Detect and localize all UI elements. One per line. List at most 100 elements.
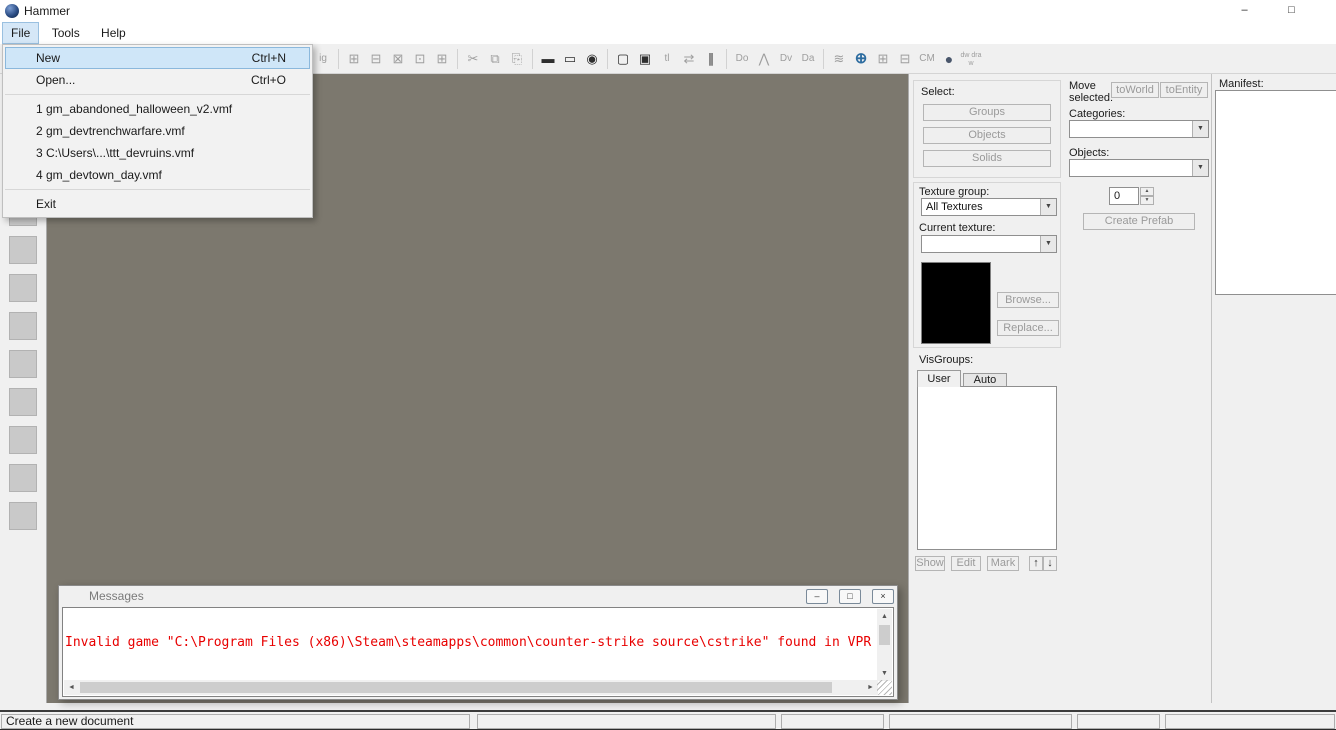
toolbar-separator	[823, 48, 824, 69]
display-toggle-icon-d[interactable]: Da	[797, 47, 819, 71]
toggle-3d-grid-icon[interactable]: ⊡	[409, 47, 431, 71]
paste-icon[interactable]: ⎘	[506, 47, 528, 71]
to-entity-button[interactable]: toEntity	[1160, 82, 1208, 98]
menu-tools[interactable]: Tools	[43, 22, 89, 44]
larger-grid-icon[interactable]: ⊟	[365, 47, 387, 71]
hide-unselected-icon[interactable]: ▭	[559, 47, 581, 71]
scroll-up-icon[interactable]: ▲	[877, 609, 892, 624]
map-tool-button[interactable]	[9, 274, 37, 302]
menu-file[interactable]: File	[2, 22, 40, 44]
status-bar: Create a new document	[0, 710, 1336, 729]
ignore-groups-icon[interactable]: ig	[312, 47, 334, 71]
world-globe-icon[interactable]: ⊕	[850, 47, 872, 71]
horizontal-scrollbar[interactable]: ◄ ►	[64, 680, 878, 695]
spin-up-icon[interactable]: ▲	[1140, 187, 1154, 196]
menu-item-recent-file-1[interactable]: 1 gm_abandoned_halloween_v2.vmf	[5, 98, 310, 120]
objects-select[interactable]: ▼	[1069, 159, 1209, 177]
minimize-button[interactable]: –	[1221, 0, 1268, 22]
display-toggle-icon-c[interactable]: Dv	[775, 47, 797, 71]
map-tool-button[interactable]	[9, 502, 37, 530]
toolbar-separator	[457, 48, 458, 69]
toggle-grid-icon[interactable]: ⊠	[387, 47, 409, 71]
create-prefab-button[interactable]: Create Prefab	[1083, 213, 1195, 230]
menu-help[interactable]: Help	[92, 22, 135, 44]
hide-selected-icon[interactable]: ▬	[537, 47, 559, 71]
menu-item-open[interactable]: Open... Ctrl+O	[5, 69, 310, 91]
map-tool-button[interactable]	[9, 388, 37, 416]
messages-minimize-button[interactable]: –	[806, 589, 828, 604]
browse-button[interactable]: Browse...	[997, 292, 1059, 308]
copy-icon[interactable]: ⧉	[484, 47, 506, 71]
map-tool-button[interactable]	[9, 350, 37, 378]
show-hidden-icon[interactable]: ◉	[581, 47, 603, 71]
horizontal-scroll-thumb[interactable]	[80, 682, 832, 693]
menu-item-recent-file-2[interactable]: 2 gm_devtrenchwarfare.vmf	[5, 120, 310, 142]
map-tool-button[interactable]	[9, 236, 37, 264]
texture-group-label: Texture group:	[919, 186, 990, 198]
smaller-grid-icon[interactable]: ⊞	[343, 47, 365, 71]
snap-to-grid-icon[interactable]: ⊞	[431, 47, 453, 71]
texture-group-select[interactable]: All Textures ▼	[921, 198, 1057, 216]
status-section	[1165, 714, 1335, 729]
scroll-right-icon[interactable]: ►	[863, 680, 878, 695]
visgroup-edit-button[interactable]: Edit	[951, 556, 981, 571]
map-tool-button[interactable]	[9, 312, 37, 340]
select-groups-button[interactable]: Groups	[923, 104, 1051, 121]
visgroup-show-button[interactable]: Show	[915, 556, 945, 571]
tab-visgroups-auto[interactable]: Auto	[963, 373, 1007, 387]
grid-view-icon-2[interactable]: ⊟	[894, 47, 916, 71]
messages-maximize-button[interactable]: □	[839, 589, 861, 604]
status-section	[477, 714, 776, 729]
display-toggle-icon-a[interactable]: Do	[731, 47, 753, 71]
categories-select[interactable]: ▼	[1069, 120, 1209, 138]
menu-item-recent-file-3[interactable]: 3 C:\Users\...\ttt_devruins.vmf	[5, 142, 310, 164]
toolbar-separator	[338, 48, 339, 69]
current-texture-select[interactable]: ▼	[921, 235, 1057, 253]
sphere-icon[interactable]: ●	[938, 47, 960, 71]
file-menu-dropdown: New Ctrl+N Open... Ctrl+O 1 gm_abandoned…	[2, 44, 313, 218]
vertical-scroll-thumb[interactable]	[879, 625, 890, 645]
select-touching-icon[interactable]: ▢	[612, 47, 634, 71]
spin-down-icon[interactable]: ▼	[1140, 196, 1154, 205]
prefab-count-input[interactable]: 0	[1109, 187, 1139, 205]
visgroup-mark-button[interactable]: Mark	[987, 556, 1019, 571]
close-button[interactable]: ×	[1315, 0, 1336, 22]
cut-icon[interactable]: ✂	[462, 47, 484, 71]
map-tool-button[interactable]	[9, 464, 37, 492]
messages-log: Invalid game "C:\Program Files (x86)\Ste…	[65, 610, 877, 682]
cordon-icon[interactable]: ∥	[700, 47, 722, 71]
map-tool-button[interactable]	[9, 426, 37, 454]
draw-mode-icon[interactable]: dw draw	[960, 47, 982, 71]
texture-lock-icon[interactable]: tl	[656, 47, 678, 71]
visgroup-move-up-button[interactable]: ↑	[1029, 556, 1043, 571]
replace-button[interactable]: Replace...	[997, 320, 1059, 336]
grid-view-icon[interactable]: ⊞	[872, 47, 894, 71]
maximize-button[interactable]: □	[1268, 0, 1315, 22]
tab-visgroups-user[interactable]: User	[917, 370, 961, 387]
menu-item-new[interactable]: New Ctrl+N	[5, 47, 310, 69]
menu-item-exit[interactable]: Exit	[5, 193, 310, 215]
to-world-button[interactable]: toWorld	[1111, 82, 1159, 98]
title-bar: Hammer – □ ×	[0, 0, 1336, 22]
resize-grip[interactable]	[877, 680, 892, 695]
messages-close-button[interactable]: ×	[872, 589, 894, 604]
visgroup-move-down-button[interactable]: ↓	[1043, 556, 1057, 571]
manifest-list[interactable]	[1215, 90, 1336, 295]
vertical-scrollbar[interactable]: ▲ ▼	[877, 609, 892, 681]
menu-item-recent-file-4[interactable]: 4 gm_devtown_day.vmf	[5, 164, 310, 186]
visgroups-list[interactable]	[917, 386, 1057, 550]
select-enclosed-icon[interactable]: ▣	[634, 47, 656, 71]
waves-icon[interactable]: ≋	[828, 47, 850, 71]
scroll-down-icon[interactable]: ▼	[877, 666, 892, 681]
select-solids-button[interactable]: Solids	[923, 150, 1051, 167]
messages-title-bar[interactable]: Messages – □ ×	[59, 586, 897, 606]
dropdown-arrow-icon: ▼	[1040, 199, 1056, 215]
scroll-left-icon[interactable]: ◄	[64, 680, 79, 695]
select-objects-button[interactable]: Objects	[923, 127, 1051, 144]
toolbar-separator	[726, 48, 727, 69]
texture-scale-lock-icon[interactable]: ⇄	[678, 47, 700, 71]
log-line: Invalid game "C:\Program Files (x86)\Ste…	[65, 635, 872, 650]
menu-item-label: 4 gm_devtown_day.vmf	[36, 168, 162, 182]
display-toggle-icon-b[interactable]: ⋀	[753, 47, 775, 71]
cm-toggle-icon[interactable]: CM	[916, 47, 938, 71]
